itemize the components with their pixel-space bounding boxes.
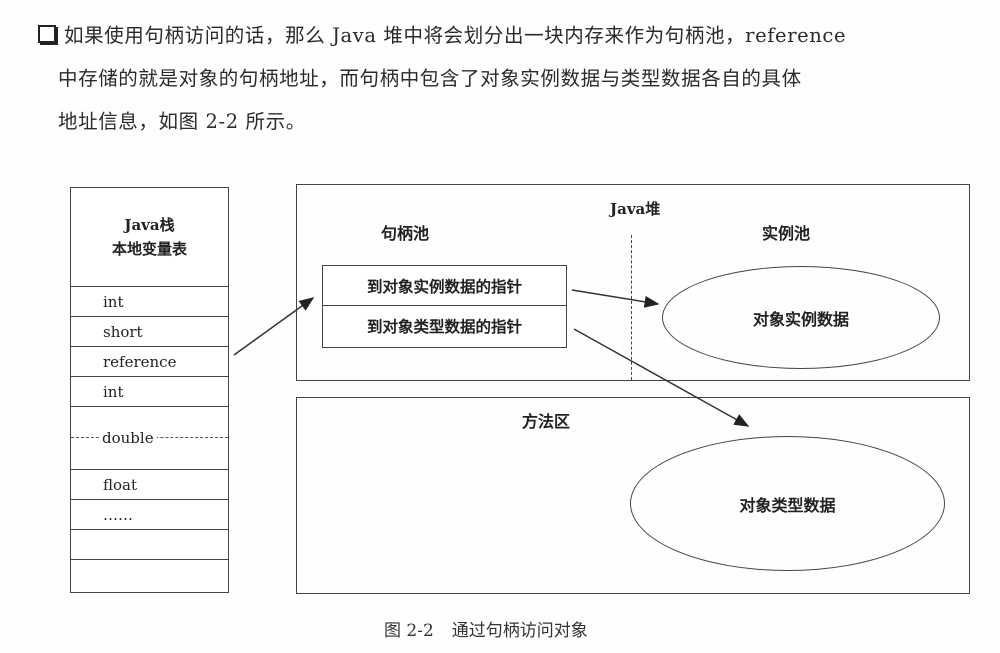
paragraph-line-3: 地址信息，如图 2-2 所示。 xyxy=(58,110,306,133)
paragraph-line-2: 中存储的就是对象的句柄地址，而句柄中包含了对象实例数据与类型数据各自的具体 xyxy=(58,67,802,90)
instance-pointer-row: 到对象实例数据的指针 xyxy=(323,266,566,306)
type-pointer-row: 到对象类型数据的指针 xyxy=(366,317,522,336)
stack-slot: int xyxy=(71,377,228,407)
heap-title: Java堆 xyxy=(610,200,661,218)
figure-caption: 图 2-2 通过句柄访问对象 xyxy=(384,616,588,641)
stack-slot xyxy=(71,530,228,560)
handle-pool-label: 句柄池 xyxy=(381,224,430,243)
instance-data-ellipse: 对象实例数据 xyxy=(662,266,940,369)
instance-pool-label: 实例池 xyxy=(762,224,811,243)
paragraph: 如果使用句柄访问的话，那么 Java 堆中将会划分出一块内存来作为句柄池，ref… xyxy=(38,14,988,143)
stack-slot: short xyxy=(71,317,228,347)
stack-slot: …… xyxy=(71,500,228,530)
stack-header: Java栈 本地变量表 xyxy=(71,188,228,287)
stack-slot xyxy=(71,560,228,590)
stack-subtitle: 本地变量表 xyxy=(111,240,187,258)
figure-number: 图 2-2 xyxy=(384,621,434,641)
stack-slot-reference: reference xyxy=(71,347,228,377)
java-stack: Java栈 本地变量表 int short reference int doub… xyxy=(70,187,229,593)
checkbox-square-icon xyxy=(38,25,56,43)
heap-divider xyxy=(631,235,632,380)
paragraph-line-1: 如果使用句柄访问的话，那么 Java 堆中将会划分出一块内存来作为句柄池，ref… xyxy=(38,14,988,57)
figure-title: 通过句柄访问对象 xyxy=(451,621,588,641)
method-area-title: 方法区 xyxy=(522,412,571,431)
type-data-ellipse: 对象类型数据 xyxy=(630,436,945,571)
handle-table: 到对象实例数据的指针 到对象类型数据的指针 xyxy=(322,265,567,348)
stack-slot: int xyxy=(71,287,228,317)
stack-slot-double: double xyxy=(71,407,228,470)
stack-slot: float xyxy=(71,470,228,500)
stack-title: Java栈 xyxy=(124,216,175,234)
